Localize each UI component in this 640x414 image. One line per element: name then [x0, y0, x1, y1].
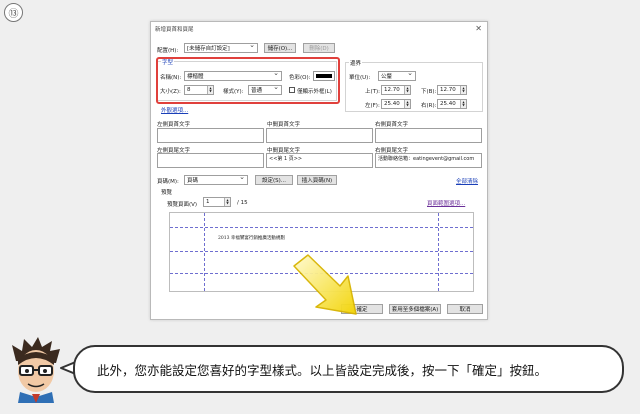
- center-header-label: 中間頁首文字: [267, 122, 301, 128]
- page-number-label: 頁碼(M):: [157, 179, 179, 185]
- preview-guide-line: [204, 213, 205, 291]
- top-margin-value: 12.70: [384, 87, 400, 93]
- instruction-speech-bubble: 此外，您亦能設定您喜好的字型樣式。以上皆設定完成後，按一下「確定」按鈕。: [73, 345, 624, 393]
- step-number-badge: ⑬: [4, 3, 23, 22]
- spin-down-icon: ▼: [226, 201, 229, 205]
- settings-button[interactable]: 設定(S)...: [255, 175, 293, 185]
- page-number-value: 頁碼: [187, 178, 199, 184]
- right-margin-spinner[interactable]: ▲ ▼: [460, 100, 466, 108]
- top-margin-input[interactable]: 12.70 ▲ ▼: [381, 85, 411, 95]
- bottom-margin-label: 下(B):: [421, 89, 437, 95]
- preview-page-input[interactable]: 1 ▲ ▼: [203, 197, 231, 207]
- right-margin-value: 25.40: [440, 101, 456, 107]
- top-margin-label: 上(T):: [365, 89, 381, 95]
- left-margin-label: 左(F):: [365, 103, 380, 109]
- preview-page-label: 預覽頁面(V): [167, 202, 198, 208]
- clear-all-link[interactable]: 全部清除: [456, 177, 478, 185]
- preview-guide-line: [170, 227, 473, 228]
- preview-guide-line: [438, 213, 439, 291]
- top-margin-spinner[interactable]: ▲ ▼: [404, 86, 410, 94]
- unit-select[interactable]: 公釐: [378, 69, 416, 81]
- page-number-select[interactable]: 頁碼: [184, 173, 248, 185]
- unit-value: 公釐: [381, 74, 393, 80]
- font-highlight-frame: [156, 57, 340, 104]
- mascot-avatar: [12, 337, 60, 403]
- right-margin-input[interactable]: 25.40 ▲ ▼: [437, 99, 467, 109]
- spin-down-icon: ▼: [406, 103, 409, 107]
- left-footer-input[interactable]: [157, 153, 264, 168]
- close-icon[interactable]: ✕: [475, 24, 482, 33]
- pointer-arrow-icon: [293, 254, 357, 315]
- right-header-label: 右側頁首文字: [375, 122, 409, 128]
- save-profile-button[interactable]: 儲存(O)...: [264, 43, 296, 53]
- spin-down-icon: ▼: [406, 89, 409, 93]
- right-footer-input[interactable]: 活動聯絡信箱：eatingevent@gmail.com: [375, 153, 482, 168]
- spin-down-icon: ▼: [462, 89, 465, 93]
- left-margin-input[interactable]: 25.40 ▲ ▼: [381, 99, 411, 109]
- insert-page-number-button[interactable]: 插入頁碼(N): [297, 175, 337, 185]
- preview-page-spinner[interactable]: ▲ ▼: [224, 198, 230, 206]
- cancel-button[interactable]: 取消: [447, 304, 483, 314]
- profile-select[interactable]: [未儲存自訂設定]: [184, 41, 258, 53]
- center-footer-value: <<第 1 頁>>: [269, 156, 303, 162]
- page-range-options-link[interactable]: 頁面範圍選項...: [427, 199, 465, 207]
- right-header-input[interactable]: [375, 128, 482, 143]
- dialog-titlebar: 新增頁首和頁尾 ✕: [151, 22, 487, 36]
- appearance-options-link[interactable]: 外觀選項...: [161, 106, 188, 114]
- right-margin-label: 右(R):: [421, 103, 437, 109]
- left-header-label: 左側頁首文字: [157, 122, 191, 128]
- preview-page-value: 1: [206, 199, 210, 205]
- preview-total-pages: / 15: [237, 200, 248, 206]
- profile-select-value: [未儲存自訂設定]: [187, 46, 230, 52]
- left-margin-spinner[interactable]: ▲ ▼: [404, 100, 410, 108]
- apply-multiple-files-button[interactable]: 套用至多個檔案(A): [389, 304, 441, 314]
- right-footer-value: 活動聯絡信箱：eatingevent@gmail.com: [378, 156, 475, 162]
- dialog-title: 新增頁首和頁尾: [155, 27, 194, 33]
- bottom-margin-input[interactable]: 12.70 ▲ ▼: [437, 85, 467, 95]
- profile-label: 配置(H):: [157, 48, 179, 54]
- bottom-margin-value: 12.70: [440, 87, 456, 93]
- delete-profile-button[interactable]: 刪除(D): [303, 43, 335, 53]
- left-header-input[interactable]: [157, 128, 264, 143]
- center-footer-input[interactable]: <<第 1 頁>>: [266, 153, 373, 168]
- left-margin-value: 25.40: [384, 101, 400, 107]
- instruction-text: 此外，您亦能設定您喜好的字型樣式。以上皆設定完成後，按一下「確定」按鈕。: [97, 362, 548, 378]
- unit-label: 單位(U):: [349, 75, 371, 81]
- preview-group-label: 預覽: [161, 190, 173, 196]
- margin-group-label: 邊界: [349, 59, 363, 67]
- bottom-margin-spinner[interactable]: ▲ ▼: [460, 86, 466, 94]
- center-header-input[interactable]: [266, 128, 373, 143]
- spin-down-icon: ▼: [462, 103, 465, 107]
- preview-header-text: 2013 幸福饗宴行銷推廣活動規劃: [218, 236, 285, 241]
